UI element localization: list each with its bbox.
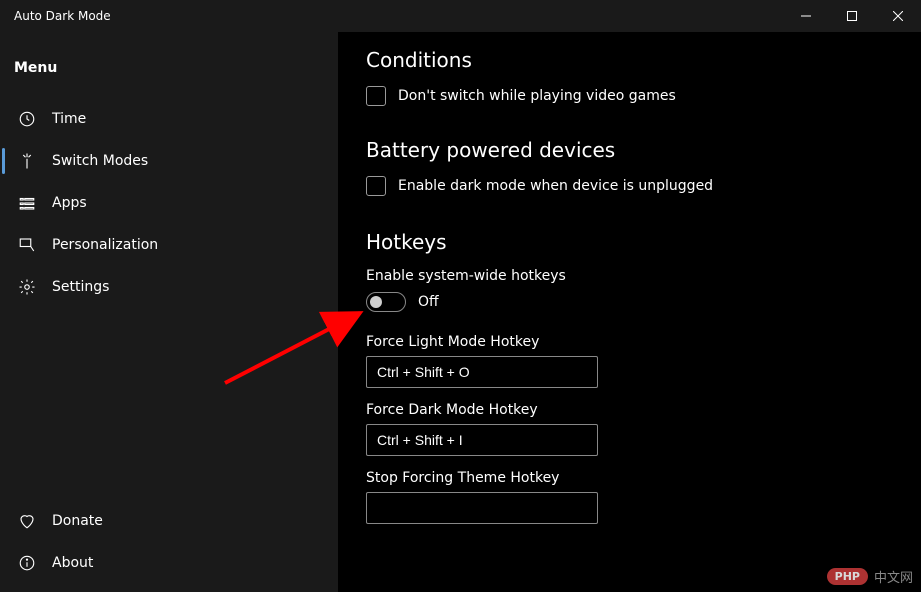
hotkey-dark-caption: Force Dark Mode Hotkey [366,402,893,418]
sidebar-item-label: Settings [52,279,109,295]
sidebar-item-settings[interactable]: Settings [0,266,338,308]
window-controls [783,0,921,32]
sidebar-item-label: Apps [52,195,87,211]
maximize-button[interactable] [829,0,875,32]
clock-icon [18,110,36,128]
section-conditions-title: Conditions [366,50,893,72]
sidebar-item-label: Donate [52,513,103,529]
hotkey-light-caption: Force Light Mode Hotkey [366,334,893,350]
content-pane: Conditions Don't switch while playing vi… [338,32,921,592]
minimize-button[interactable] [783,0,829,32]
sidebar-item-personalization[interactable]: Personalization [0,224,338,266]
sidebar-item-donate[interactable]: Donate [0,500,338,542]
close-button[interactable] [875,0,921,32]
sidebar-item-apps[interactable]: Apps [0,182,338,224]
heart-icon [18,512,36,530]
hotkey-dark-input[interactable] [366,424,598,456]
sidebar-item-label: Switch Modes [52,153,148,169]
menu-heading: Menu [0,60,338,98]
sidebar: Menu Time Switch Modes Apps [0,32,338,592]
hotkey-stop-caption: Stop Forcing Theme Hotkey [366,470,893,486]
toggle-state-label: Off [418,294,439,310]
sidebar-item-about[interactable]: About [0,542,338,584]
sidebar-item-label: Time [52,111,86,127]
hotkey-stop-input[interactable] [366,492,598,524]
section-hotkeys-title: Hotkeys [366,230,893,254]
brush-icon [18,236,36,254]
sidebar-item-label: About [52,555,93,571]
checkbox-label: Enable dark mode when device is unplugge… [398,178,713,194]
apps-icon [18,194,36,212]
sidebar-item-label: Personalization [52,237,158,253]
checkbox-dark-unplugged[interactable] [366,176,386,196]
sidebar-item-time[interactable]: Time [0,98,338,140]
sidebar-item-switch-modes[interactable]: Switch Modes [0,140,338,182]
switch-icon [18,152,36,170]
toggle-enable-hotkeys[interactable] [366,292,406,312]
title-bar: Auto Dark Mode [0,0,338,32]
section-battery-title: Battery powered devices [366,138,893,162]
hotkey-light-input[interactable] [366,356,598,388]
checkbox-no-switch-gaming[interactable] [366,86,386,106]
gear-icon [18,278,36,296]
app-title: Auto Dark Mode [14,9,111,23]
info-icon [18,554,36,572]
enable-hotkeys-label: Enable system-wide hotkeys [366,268,893,284]
checkbox-label: Don't switch while playing video games [398,88,676,104]
